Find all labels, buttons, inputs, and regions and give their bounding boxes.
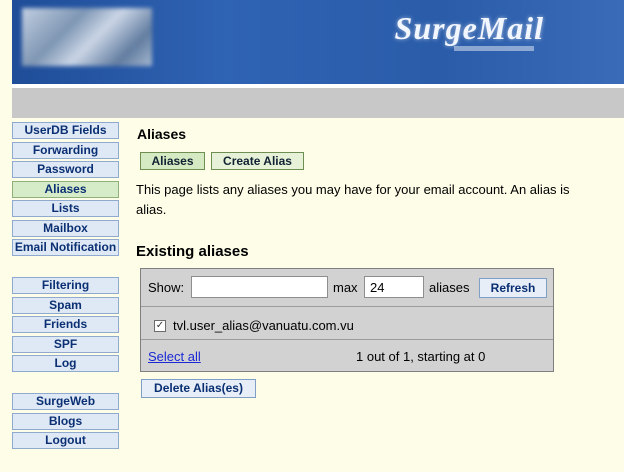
alias-checkbox[interactable]: ✓ bbox=[154, 320, 166, 332]
logo-tagline bbox=[454, 46, 534, 51]
nav-logout[interactable]: Logout bbox=[12, 432, 119, 449]
description-line-1: This page lists any aliases you may have… bbox=[136, 182, 570, 197]
select-all-link[interactable]: Select all bbox=[148, 349, 201, 364]
banner-photo bbox=[22, 8, 152, 66]
nav-aliases[interactable]: Aliases bbox=[12, 181, 119, 198]
nav-friends[interactable]: Friends bbox=[12, 316, 119, 333]
nav-password[interactable]: Password bbox=[12, 161, 119, 178]
existing-aliases-heading: Existing aliases bbox=[136, 243, 249, 260]
nav-spf[interactable]: SPF bbox=[12, 336, 119, 353]
max-label: max bbox=[333, 280, 358, 295]
delete-aliases-button[interactable]: Delete Alias(es) bbox=[141, 379, 256, 398]
nav-log[interactable]: Log bbox=[12, 355, 119, 372]
panel-divider bbox=[141, 306, 553, 307]
nav-userdb-fields[interactable]: UserDB Fields bbox=[12, 122, 119, 139]
header-banner: SurgeMail bbox=[12, 0, 624, 84]
nav-mailbox[interactable]: Mailbox bbox=[12, 220, 119, 237]
nav-email-notification[interactable]: Email Notification bbox=[12, 239, 119, 256]
page-description: This page lists any aliases you may have… bbox=[136, 180, 624, 220]
tab-aliases[interactable]: Aliases bbox=[140, 152, 205, 170]
nav-surgeweb[interactable]: SurgeWeb bbox=[12, 393, 119, 410]
refresh-button[interactable]: Refresh bbox=[479, 278, 547, 298]
surgemail-logo: SurgeMail bbox=[394, 10, 544, 46]
nav-forwarding[interactable]: Forwarding bbox=[12, 142, 119, 159]
nav-blogs[interactable]: Blogs bbox=[12, 413, 119, 430]
toolbar-bar bbox=[12, 88, 624, 118]
aliases-panel: Show: max aliases Refresh ✓ tvl.user_ali… bbox=[140, 268, 554, 372]
alias-email: tvl.user_alias@vanuatu.com.vu bbox=[173, 318, 354, 333]
nav-filtering[interactable]: Filtering bbox=[12, 277, 119, 294]
description-line-2: alias. bbox=[136, 202, 167, 217]
nav-lists[interactable]: Lists bbox=[12, 200, 119, 217]
show-filter-input[interactable] bbox=[191, 276, 328, 298]
panel-divider bbox=[141, 339, 553, 340]
nav-spam[interactable]: Spam bbox=[12, 297, 119, 314]
show-label: Show: bbox=[148, 280, 185, 295]
page-title: Aliases bbox=[137, 126, 187, 142]
aliases-label: aliases bbox=[429, 280, 470, 295]
max-input[interactable] bbox=[364, 276, 424, 298]
tab-create-alias[interactable]: Create Alias bbox=[211, 152, 304, 170]
pagination-status: 1 out of 1, starting at 0 bbox=[356, 349, 486, 364]
